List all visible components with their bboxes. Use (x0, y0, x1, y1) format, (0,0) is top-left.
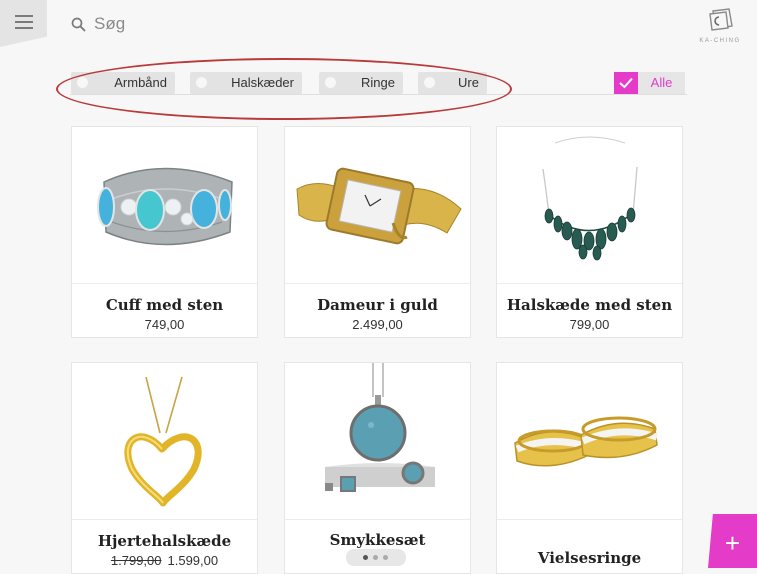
product-name: Smykkesæt (329, 531, 426, 549)
product-card-vielsesringe[interactable]: Vielsesringe (496, 362, 683, 574)
search-icon[interactable] (71, 17, 86, 32)
product-name: Halskæde med sten (506, 296, 673, 314)
card-divider (497, 283, 682, 284)
product-sale-price: 1.599,00 (167, 553, 219, 568)
product-card-dameur[interactable]: Dameur i guld 2.499,00 (284, 126, 471, 338)
product-price: 2.499,00 (352, 317, 403, 332)
add-button[interactable]: + (708, 514, 757, 568)
product-image (542, 136, 638, 261)
product-card-halskaede[interactable]: Halskæde med sten 799,00 (496, 126, 683, 338)
product-image (514, 416, 659, 467)
filter-all-label[interactable]: Alle (638, 72, 685, 94)
card-divider (72, 283, 257, 284)
page-dot (383, 555, 388, 560)
plus-icon: + (724, 528, 741, 558)
page-indicator[interactable] (346, 549, 406, 566)
card-divider (285, 283, 470, 284)
card-divider (285, 519, 470, 520)
product-image (296, 167, 462, 245)
product-price: 1.799,00 1.599,00 (72, 553, 257, 568)
product-image (325, 363, 435, 492)
product-card-hjertehalskaede[interactable]: Hjertehalskæde 1.799,00 1.599,00 (71, 362, 258, 574)
menu-button[interactable] (0, 0, 47, 47)
product-name: Dameur i guld (317, 296, 438, 314)
ka-ching-logo: KA-CHING (694, 8, 746, 48)
filter-all-checkbox[interactable] (614, 72, 638, 94)
product-card-smykkesaet[interactable]: Smykkesæt (284, 362, 471, 574)
page-dot-active (363, 555, 368, 560)
page-dot (373, 555, 378, 560)
menu-icon-bar (15, 27, 33, 29)
product-price: 749,00 (144, 317, 185, 332)
logo-text: KA-CHING (699, 38, 741, 44)
card-divider (72, 519, 257, 520)
product-image (124, 376, 202, 507)
product-name: Cuff med sten (105, 296, 224, 314)
product-name: Vielsesringe (537, 549, 642, 567)
checkmark-icon (619, 77, 633, 89)
product-old-price: 1.799,00 (110, 553, 162, 568)
logo-icon (709, 8, 733, 31)
menu-icon-bar (15, 15, 33, 17)
search-input[interactable]: Søg (94, 14, 125, 34)
product-name: Hjertehalskæde (97, 532, 232, 550)
card-divider (497, 519, 682, 520)
product-card-cuff[interactable]: Cuff med sten 749,00 (71, 126, 258, 338)
product-image (97, 167, 233, 246)
annotation-oval (56, 58, 512, 120)
menu-icon-bar (15, 21, 33, 23)
product-price: 799,00 (569, 317, 610, 332)
